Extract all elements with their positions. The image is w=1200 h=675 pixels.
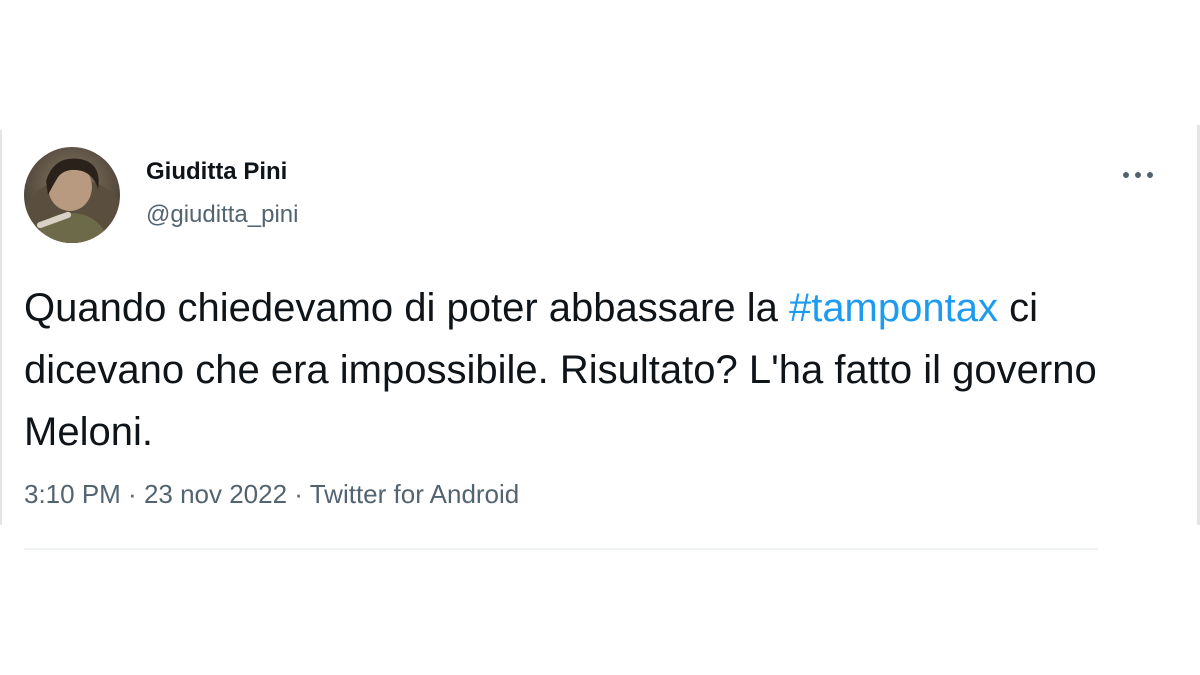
tweet-time[interactable]: 3:10 PM (24, 479, 121, 509)
author-name[interactable]: Giuditta Pini (146, 158, 287, 186)
tweet-text: Quando chiedevamo di poter abbassare la … (24, 277, 1174, 463)
meta-separator: · (287, 479, 310, 509)
tweet-date[interactable]: 23 nov 2022 (144, 479, 287, 509)
card-left-border (0, 130, 2, 525)
divider (24, 548, 1098, 550)
tweet-source[interactable]: Twitter for Android (310, 479, 520, 509)
avatar[interactable] (24, 147, 120, 243)
avatar-photo (24, 147, 120, 243)
tweet-text-part: Quando chiedevamo di poter abbassare la (24, 286, 789, 330)
tweet-meta: 3:10 PM · 23 nov 2022 · Twitter for Andr… (24, 479, 519, 510)
more-horizontal-icon (1123, 172, 1153, 178)
author-handle[interactable]: @giuditta_pini (146, 201, 298, 229)
hashtag-link[interactable]: #tampontax (789, 286, 998, 330)
meta-separator: · (120, 479, 144, 509)
more-options-button[interactable] (1118, 160, 1158, 190)
